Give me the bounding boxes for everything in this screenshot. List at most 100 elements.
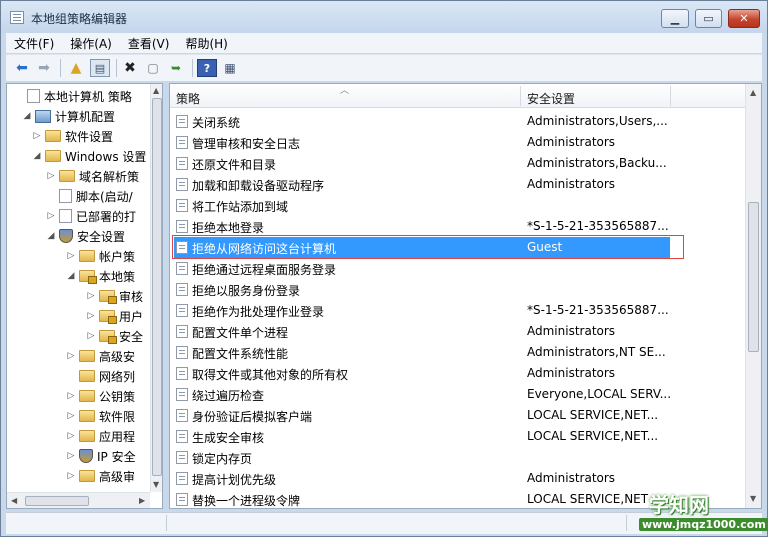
list-row[interactable]: 管理审核和安全日志 Administrators <box>170 132 745 153</box>
expand-arrow-icon[interactable]: ▷ <box>65 391 77 401</box>
tree-node-label: 本地策 <box>99 269 136 284</box>
collapse-arrow-icon[interactable]: ◢ <box>21 111 33 121</box>
tree-node[interactable]: 脚本(启动/ <box>45 186 133 206</box>
list-row[interactable]: 配置文件系统性能 Administrators,NT SE... <box>170 342 745 363</box>
security-setting-value: Administrators <box>527 471 616 485</box>
tree-node[interactable]: ◢ 本地策 <box>65 266 135 286</box>
list-row[interactable]: 身份验证后模拟客户端 LOCAL SERVICE,NET... <box>170 405 745 426</box>
tree-node[interactable]: ◢ 计算机配置 <box>21 106 115 126</box>
policy-name: 将工作站添加到域 <box>192 200 289 214</box>
toolbar-separator <box>116 59 117 77</box>
tree-horizontal-scrollbar[interactable]: ◀ ▶ <box>7 492 150 508</box>
tree-node[interactable]: ◢ Windows 设置 <box>31 146 147 166</box>
policy-name: 取得文件或其他对象的所有权 <box>192 368 349 382</box>
maximize-button[interactable]: ▭ <box>695 9 722 28</box>
scroll-up-icon[interactable]: ▲ <box>750 88 756 97</box>
expand-arrow-icon[interactable]: ▷ <box>65 351 77 361</box>
title-bar[interactable]: 本地组策略编辑器 ▁ ▭ ✕ <box>1 1 767 33</box>
help-icon[interactable]: ? <box>197 59 217 77</box>
list-vertical-scrollbar[interactable]: ▲ ▼ <box>745 84 761 508</box>
menu-action[interactable]: 操作(A) <box>62 33 120 53</box>
list-row[interactable]: 配置文件单个进程 Administrators <box>170 321 745 342</box>
policy-list[interactable]: 策略 ︿ 安全设置 关闭系统 Administrators,Users,... 管理… <box>169 83 762 509</box>
expand-arrow-icon[interactable]: ▷ <box>85 291 97 301</box>
tree-node[interactable]: ▷ 审核 <box>85 286 143 306</box>
list-row[interactable]: 提高计划优先级 Administrators <box>170 468 745 489</box>
tree-node[interactable]: ▷ 已部署的打 <box>45 206 136 226</box>
scroll-down-icon[interactable]: ▼ <box>153 480 159 489</box>
back-arrow-icon[interactable]: ⬅ <box>12 59 32 77</box>
column-header-policy[interactable]: 策略 <box>170 84 200 108</box>
policy-item-icon <box>176 178 188 191</box>
tree-node[interactable]: ◢ 安全设置 <box>45 226 125 246</box>
expand-arrow-icon[interactable]: ▷ <box>65 251 77 261</box>
show-hide-tree-icon[interactable]: ▤ <box>90 59 110 77</box>
list-row[interactable]: 锁定内存页 <box>170 447 745 468</box>
expand-arrow-icon[interactable]: ▷ <box>65 471 77 481</box>
list-scroll-thumb[interactable] <box>748 202 759 352</box>
scroll-right-icon[interactable]: ▶ <box>139 496 145 505</box>
menu-view[interactable]: 查看(V) <box>120 33 178 53</box>
tree-node[interactable]: ▷ 用户 <box>85 306 143 326</box>
tree-node[interactable]: ▷ 帐户策 <box>65 246 135 266</box>
tree-node-label: 审核 <box>119 289 144 304</box>
tree-node[interactable]: ▷ 软件限 <box>65 406 135 426</box>
expand-arrow-icon[interactable]: ▷ <box>65 431 77 441</box>
tree-node[interactable]: ▷ 高级安 <box>65 346 135 366</box>
expand-arrow-icon[interactable]: ▷ <box>65 411 77 421</box>
properties-icon[interactable]: ▢ <box>143 59 163 77</box>
view-icon[interactable]: ▦ <box>220 59 240 77</box>
list-row[interactable]: 生成安全审核 LOCAL SERVICE,NET... <box>170 426 745 447</box>
close-button[interactable]: ✕ <box>728 9 760 28</box>
minimize-button[interactable]: ▁ <box>661 9 689 28</box>
tree-node[interactable]: ▷ 域名解析策 <box>45 166 139 186</box>
tree-node[interactable]: 网络列 <box>65 366 135 386</box>
security-setting-value: Administrators,NT SE... <box>527 345 666 359</box>
up-folder-icon[interactable]: ▲ <box>66 59 86 77</box>
column-header-setting[interactable]: 安全设置 <box>521 84 575 108</box>
tree-vertical-scrollbar[interactable]: ▲ ▼ <box>150 84 162 492</box>
menu-file[interactable]: 文件(F) <box>6 33 62 53</box>
menu-bar: 文件(F) 操作(A) 查看(V) 帮助(H) <box>6 33 762 53</box>
tree-node[interactable]: ▷ 软件设置 <box>31 126 113 146</box>
collapse-arrow-icon[interactable]: ◢ <box>31 151 43 161</box>
scroll-up-icon[interactable]: ▲ <box>153 86 159 95</box>
tree-node[interactable]: ▷ 应用程 <box>65 426 135 446</box>
expand-arrow-icon[interactable]: ▷ <box>31 131 43 141</box>
expand-arrow-icon[interactable]: ▷ <box>65 451 77 461</box>
tree-node[interactable]: ▷ 安全 <box>85 326 143 346</box>
menu-help[interactable]: 帮助(H) <box>177 33 235 53</box>
column-divider[interactable] <box>670 86 671 106</box>
collapse-arrow-icon[interactable]: ◢ <box>65 271 77 281</box>
list-row-selected[interactable]: 拒绝从网络访问这台计算机 Guest <box>170 235 745 259</box>
policy-document-icon <box>59 209 72 223</box>
list-row[interactable]: 加载和卸载设备驱动程序 Administrators <box>170 174 745 195</box>
list-row[interactable]: 取得文件或其他对象的所有权 Administrators <box>170 363 745 384</box>
list-row[interactable]: 拒绝本地登录 *S-1-5-21-353565887... <box>170 216 745 237</box>
expand-arrow-icon[interactable]: ▷ <box>85 331 97 341</box>
list-row[interactable]: 关闭系统 Administrators,Users,... <box>170 111 745 132</box>
list-row[interactable]: 拒绝通过远程桌面服务登录 <box>170 258 745 279</box>
list-row[interactable]: 拒绝作为批处理作业登录 *S-1-5-21-353565887... <box>170 300 745 321</box>
expand-arrow-icon[interactable]: ▷ <box>45 171 57 181</box>
list-row[interactable]: 将工作站添加到域 <box>170 195 745 216</box>
security-setting-value: Guest <box>527 240 563 254</box>
security-setting-value: Administrators <box>527 324 616 338</box>
tree-node[interactable]: ▷ IP 安全 <box>65 446 136 466</box>
tree-node[interactable]: 本地计算机 策略 <box>13 86 132 106</box>
console-tree[interactable]: 本地计算机 策略 ◢ 计算机配置 ▷ 软件设置 ◢ Windows 设置 ▷ 域名解析策 脚本(启… <box>6 83 163 509</box>
tree-node[interactable]: ▷ 公钥策 <box>65 386 135 406</box>
tree-hscroll-thumb[interactable] <box>25 496 89 506</box>
delete-icon[interactable]: ✖ <box>120 59 140 77</box>
expand-arrow-icon[interactable]: ▷ <box>85 311 97 321</box>
tree-scroll-thumb[interactable] <box>152 98 162 476</box>
list-row[interactable]: 绕过遍历检查 Everyone,LOCAL SERV... <box>170 384 745 405</box>
export-icon[interactable]: ➥ <box>166 59 186 77</box>
list-row[interactable]: 拒绝以服务身份登录 <box>170 279 745 300</box>
scroll-left-icon[interactable]: ◀ <box>11 496 17 505</box>
forward-arrow-icon[interactable]: ➡ <box>34 59 54 77</box>
collapse-arrow-icon[interactable]: ◢ <box>45 231 57 241</box>
expand-arrow-icon[interactable]: ▷ <box>45 211 57 221</box>
list-row[interactable]: 还原文件和目录 Administrators,Backu... <box>170 153 745 174</box>
tree-node[interactable]: ▷ 高级审 <box>65 466 135 486</box>
